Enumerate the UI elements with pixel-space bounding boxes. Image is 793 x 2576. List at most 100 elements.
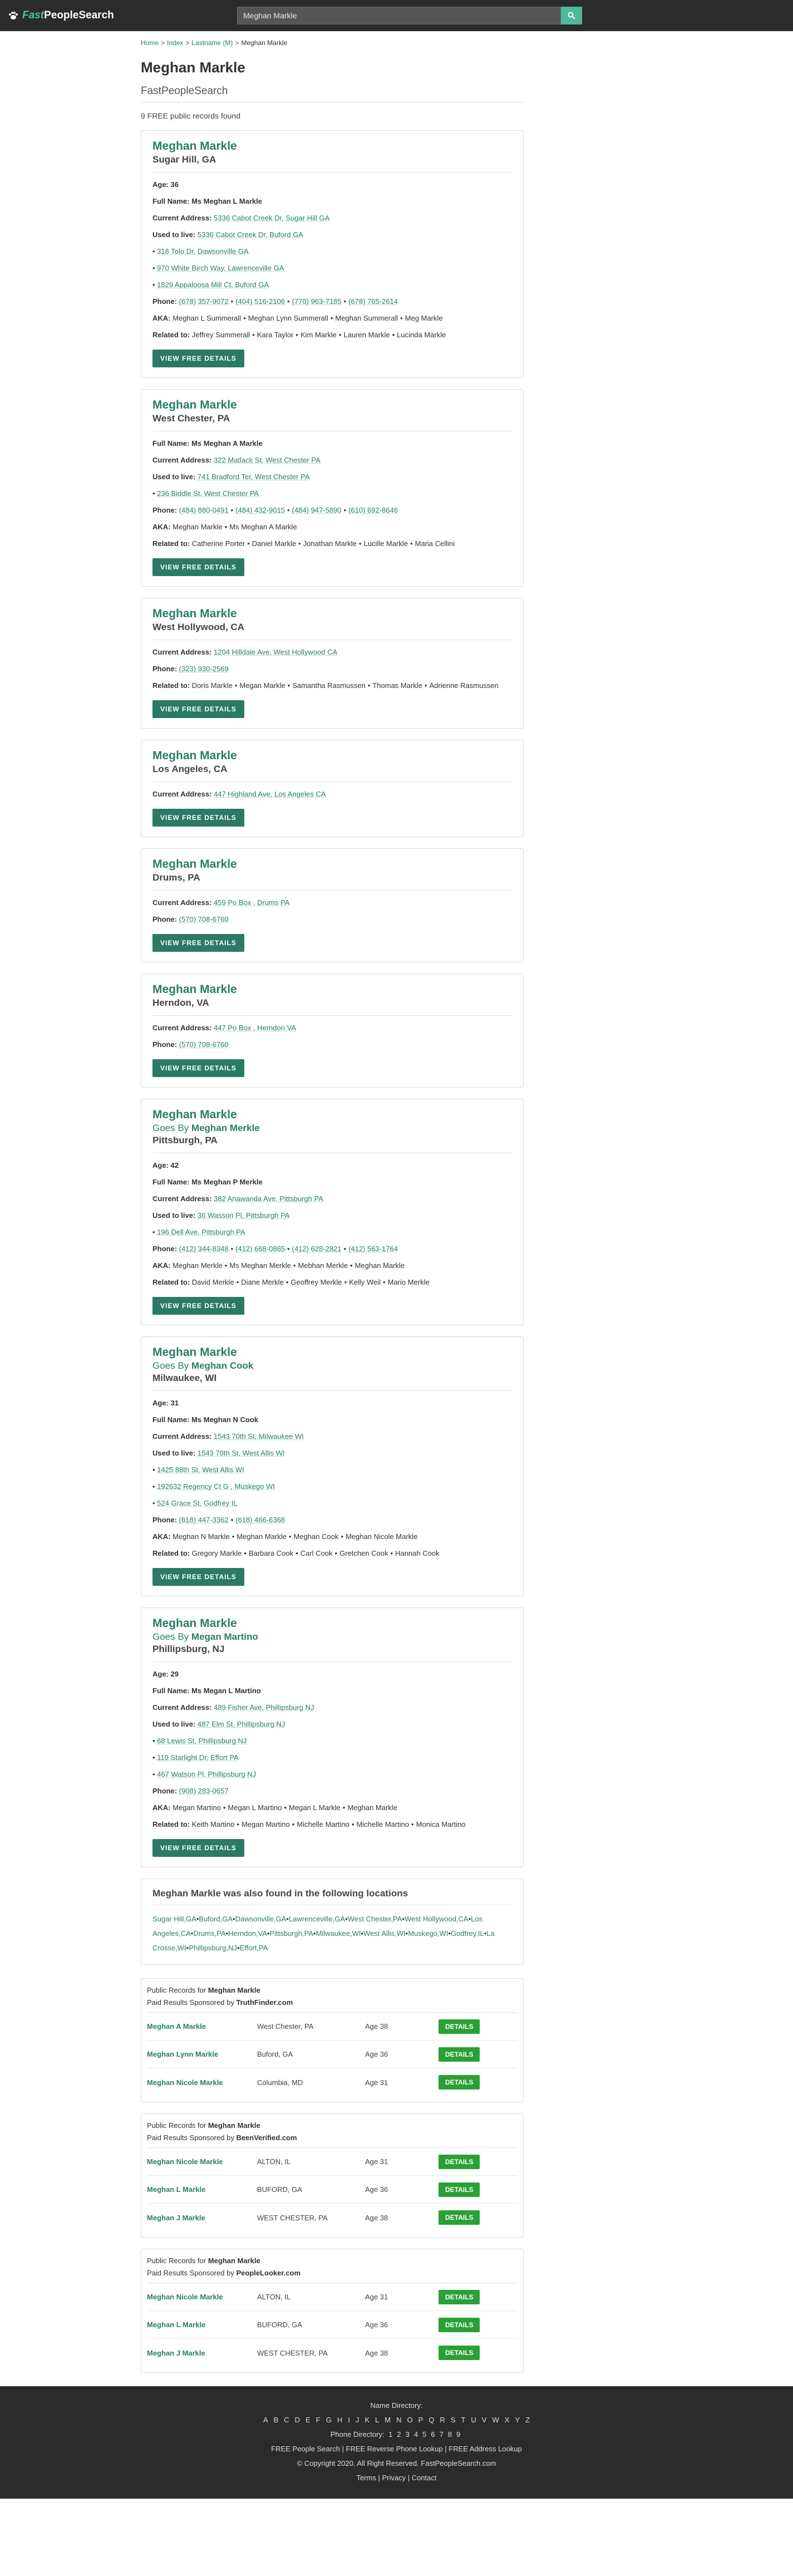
directory-number-link[interactable]: 4: [414, 2430, 418, 2439]
view-free-details-button[interactable]: VIEW FREE DETAILS: [152, 350, 244, 367]
phone-link[interactable]: (618) 447-3362: [179, 1516, 229, 1524]
search-input[interactable]: Meghan Markle: [237, 7, 561, 24]
phone-link[interactable]: (323) 930-2569: [179, 665, 229, 673]
address-link[interactable]: 322 Matlack St, West Chester PA: [214, 456, 321, 464]
location-link[interactable]: Milwaukee,WI: [316, 1929, 361, 1938]
directory-letter-link[interactable]: C: [284, 2416, 289, 2424]
directory-letter-link[interactable]: H: [337, 2416, 342, 2424]
view-free-details-button[interactable]: VIEW FREE DETAILS: [152, 700, 244, 718]
view-free-details-button[interactable]: VIEW FREE DETAILS: [152, 934, 244, 952]
phone-link[interactable]: (908) 283-0657: [179, 1787, 229, 1795]
address-link[interactable]: 5336 Cabot Creek Dr, Buford GA: [198, 230, 303, 239]
directory-letter-link[interactable]: S: [451, 2416, 456, 2424]
address-link[interactable]: 192632 Regency Ct G , Muskego WI: [157, 1482, 275, 1491]
details-button[interactable]: DETAILS: [439, 2317, 480, 2332]
location-link[interactable]: West Chester,PA: [348, 1915, 402, 1923]
directory-number-link[interactable]: 6: [431, 2430, 435, 2439]
footer-link[interactable]: FREE Reverse Phone Lookup: [346, 2445, 442, 2453]
address-link[interactable]: 447 Highland Ave, Los Angeles CA: [214, 790, 326, 798]
directory-letter-link[interactable]: G: [326, 2416, 332, 2424]
phone-link[interactable]: (412) 344-8348: [179, 1245, 229, 1253]
legal-link[interactable]: Terms: [356, 2474, 376, 2482]
address-link[interactable]: 1543 70th St, Milwaukee WI: [214, 1432, 304, 1441]
legal-link[interactable]: Privacy: [382, 2474, 406, 2482]
view-free-details-button[interactable]: VIEW FREE DETAILS: [152, 1297, 244, 1315]
record-name[interactable]: Meghan Markle: [152, 1108, 512, 1122]
location-link[interactable]: West Hollywood,CA: [405, 1915, 469, 1923]
address-link[interactable]: 110 Starlight Dr, Effort PA: [157, 1753, 239, 1762]
address-link[interactable]: 5336 Cabot Creek Dr, Sugar Hill GA: [214, 214, 329, 222]
address-link[interactable]: 489 Fisher Ave, Phillipsburg NJ: [214, 1703, 314, 1712]
details-button[interactable]: DETAILS: [439, 2289, 480, 2304]
directory-letter-link[interactable]: M: [385, 2416, 391, 2424]
directory-number-link[interactable]: 9: [456, 2430, 460, 2439]
phone-link[interactable]: (412) 563-1764: [348, 1245, 398, 1253]
directory-letter-link[interactable]: K: [365, 2416, 370, 2424]
paid-result-name[interactable]: Meghan Lynn Markle: [147, 2050, 257, 2058]
location-link[interactable]: Lawrenceville,GA: [289, 1915, 345, 1923]
details-button[interactable]: DETAILS: [439, 2047, 480, 2062]
address-link[interactable]: 487 Elm St, Phillipsburg NJ: [198, 1720, 285, 1728]
phone-link[interactable]: (484) 947-5890: [292, 506, 342, 514]
phone-link[interactable]: (678) 357-9072: [179, 297, 229, 306]
address-link[interactable]: 1425 88th St, West Allis WI: [157, 1466, 244, 1474]
directory-letter-link[interactable]: E: [306, 2416, 311, 2424]
phone-link[interactable]: (678) 765-2614: [348, 297, 398, 306]
address-link[interactable]: 459 Po Box , Drums PA: [214, 898, 289, 907]
breadcrumb-home[interactable]: Home: [141, 39, 159, 47]
record-name[interactable]: Meghan Markle: [152, 1346, 512, 1359]
address-link[interactable]: 524 Grace St, Godfrey IL: [157, 1499, 238, 1507]
directory-letter-link[interactable]: P: [418, 2416, 423, 2424]
view-free-details-button[interactable]: VIEW FREE DETAILS: [152, 1839, 244, 1857]
address-link[interactable]: 236 Biddle St, West Chester PA: [157, 489, 259, 498]
address-link[interactable]: 318 Tolo Dr, Dawsonville GA: [157, 247, 249, 255]
view-free-details-button[interactable]: VIEW FREE DETAILS: [152, 809, 244, 827]
location-link[interactable]: Dawsonville,GA: [235, 1915, 287, 1923]
phone-link[interactable]: (570) 708-6760: [179, 1040, 229, 1049]
address-link[interactable]: 467 Watson Pl, Phillipsburg NJ: [157, 1770, 256, 1778]
record-name[interactable]: Meghan Markle: [152, 858, 512, 871]
location-link[interactable]: Sugar Hill,GA: [152, 1915, 196, 1923]
directory-number-link[interactable]: 2: [397, 2430, 401, 2439]
directory-letter-link[interactable]: A: [263, 2416, 268, 2424]
directory-letter-link[interactable]: Q: [428, 2416, 434, 2424]
phone-link[interactable]: (618) 466-6368: [235, 1516, 285, 1524]
paid-result-name[interactable]: Meghan J Markle: [147, 2349, 257, 2357]
address-link[interactable]: 1829 Appaloosa Mill Ct, Buford GA: [157, 281, 269, 289]
location-link[interactable]: Effort,PA: [240, 1944, 268, 1952]
address-link[interactable]: 196 Dell Ave, Pittsburgh PA: [157, 1228, 245, 1236]
view-free-details-button[interactable]: VIEW FREE DETAILS: [152, 1568, 244, 1586]
paid-result-name[interactable]: Meghan L Markle: [147, 2321, 257, 2329]
directory-letter-link[interactable]: R: [440, 2416, 445, 2424]
view-free-details-button[interactable]: VIEW FREE DETAILS: [152, 558, 244, 576]
directory-number-link[interactable]: 5: [422, 2430, 426, 2439]
details-button[interactable]: DETAILS: [439, 2154, 480, 2169]
address-link[interactable]: 970 White Birch Way, Lawrenceville GA: [157, 264, 284, 272]
directory-number-link[interactable]: 3: [406, 2430, 410, 2439]
directory-letter-link[interactable]: U: [471, 2416, 476, 2424]
phone-link[interactable]: (610) 692-8646: [348, 506, 398, 514]
footer-link[interactable]: FREE Address Lookup: [449, 2445, 522, 2453]
paid-result-name[interactable]: Meghan L Markle: [147, 2185, 257, 2194]
location-link[interactable]: Muskego,WI: [408, 1929, 448, 1938]
details-button[interactable]: DETAILS: [439, 2075, 480, 2090]
directory-letter-link[interactable]: D: [295, 2416, 300, 2424]
footer-link[interactable]: FREE People Search: [271, 2445, 340, 2453]
address-link[interactable]: 1543 70th St, West Allis WI: [198, 1449, 285, 1457]
address-link[interactable]: 1204 Hilldale Ave, West Hollywood CA: [214, 648, 337, 656]
breadcrumb-lastname[interactable]: Lastname (M): [191, 39, 233, 47]
directory-letter-link[interactable]: V: [482, 2416, 487, 2424]
phone-link[interactable]: (770) 963-7185: [292, 297, 342, 306]
address-link[interactable]: 447 Po Box , Herndon VA: [214, 1024, 296, 1032]
record-name[interactable]: Meghan Markle: [152, 607, 512, 621]
directory-letter-link[interactable]: Z: [525, 2416, 530, 2424]
legal-link[interactable]: Contact: [412, 2474, 437, 2482]
directory-number-link[interactable]: 8: [448, 2430, 452, 2439]
directory-letter-link[interactable]: L: [375, 2416, 379, 2424]
directory-letter-link[interactable]: O: [407, 2416, 412, 2424]
search-button[interactable]: [561, 7, 582, 24]
record-name[interactable]: Meghan Markle: [152, 399, 512, 412]
directory-number-link[interactable]: 7: [440, 2430, 444, 2439]
phone-link[interactable]: (484) 880-0491: [179, 506, 229, 514]
phone-link[interactable]: (412) 668-0865: [235, 1245, 285, 1253]
